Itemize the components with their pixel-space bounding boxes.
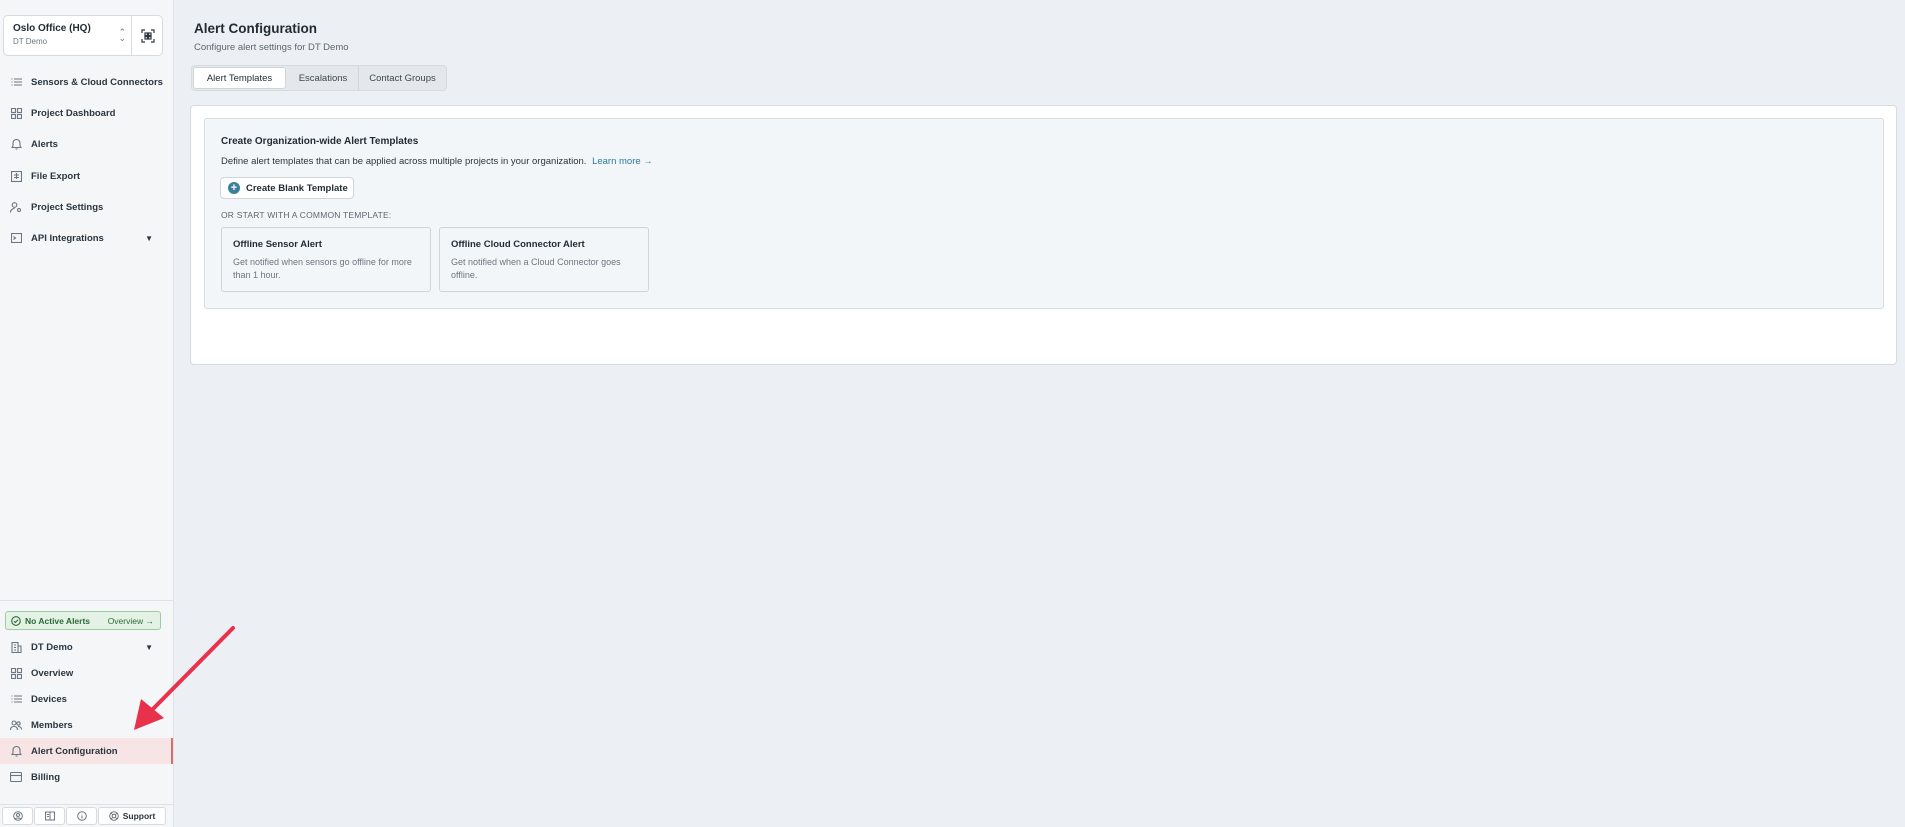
- alerts-overview-link[interactable]: Overview →: [108, 616, 154, 626]
- nav-project-settings[interactable]: Project Settings: [0, 194, 173, 220]
- templates-description-text: Define alert templates that can be appli…: [221, 156, 587, 167]
- nav-alerts[interactable]: Alerts: [0, 131, 173, 157]
- nav-members[interactable]: Members: [0, 712, 173, 738]
- nav-label: API Integrations: [31, 232, 104, 244]
- bell-icon: [10, 745, 22, 757]
- user-circle-icon: [12, 811, 23, 821]
- nav-file-export[interactable]: File Export: [0, 163, 173, 189]
- nav-devices[interactable]: Devices: [0, 686, 173, 712]
- dashboard-icon: [10, 107, 22, 119]
- nav-label: Devices: [31, 693, 67, 705]
- nav-alert-configuration[interactable]: Alert Configuration: [0, 738, 173, 764]
- qr-scan-icon: [140, 28, 155, 43]
- template-card-offline-cloud-connector[interactable]: Offline Cloud Connector Alert Get notifi…: [439, 227, 649, 292]
- book-icon: [44, 811, 55, 821]
- alerts-overview-label: Overview: [107, 616, 144, 626]
- location-org: DT Demo: [13, 37, 48, 46]
- api-icon: [10, 232, 22, 244]
- nav-label: Members: [31, 719, 73, 731]
- common-template-heading: OR START WITH A COMMON TEMPLATE:: [221, 210, 392, 220]
- qr-scan-button[interactable]: [131, 16, 163, 55]
- check-circle-icon: [11, 615, 21, 626]
- tab-escalations[interactable]: Escalations: [288, 67, 358, 89]
- info-icon: [76, 811, 87, 821]
- sidebar-footer: Support: [0, 804, 173, 827]
- nav-label: DT Demo: [31, 641, 73, 653]
- lifebuoy-icon: [108, 811, 119, 821]
- create-blank-template-label: Create Blank Template: [246, 182, 348, 194]
- nav-label: Alerts: [31, 138, 58, 150]
- tab-alert-templates[interactable]: Alert Templates: [193, 67, 286, 89]
- nav-label: Sensors & Cloud Connectors: [31, 76, 163, 88]
- templates-title: Create Organization-wide Alert Templates: [221, 136, 419, 147]
- create-blank-template-button[interactable]: + Create Blank Template: [220, 177, 354, 199]
- nav-label: File Export: [31, 170, 81, 182]
- caret-down-icon: ▼: [145, 643, 153, 652]
- template-title: Offline Cloud Connector Alert: [451, 239, 585, 250]
- template-description: Get notified when a Cloud Connector goes…: [451, 257, 621, 280]
- learn-more-link[interactable]: Learn more →: [592, 156, 653, 167]
- location-name: Oslo Office (HQ): [13, 23, 91, 34]
- plus-circle-icon: +: [228, 182, 240, 194]
- templates-panel: Create Organization-wide Alert Templates…: [204, 118, 1884, 309]
- chevron-up-down-icon: ⌃ ⌄: [118, 27, 126, 43]
- support-button[interactable]: Support: [98, 807, 166, 825]
- list-icon: [10, 76, 22, 88]
- tab-contact-groups[interactable]: Contact Groups: [359, 67, 446, 89]
- sidebar: Oslo Office (HQ) DT Demo ⌃ ⌄ Sensors & Cl…: [0, 0, 174, 827]
- page-subtitle: Configure alert settings for DT Demo: [194, 42, 349, 53]
- bell-icon: [10, 138, 22, 150]
- nav-overview[interactable]: Overview: [0, 660, 173, 686]
- card-icon: [10, 771, 22, 783]
- nav-label: Project Dashboard: [31, 107, 116, 119]
- tab-bar: Alert Templates Escalations Contact Grou…: [191, 65, 447, 91]
- nav-billing[interactable]: Billing: [0, 764, 173, 790]
- list-icon: [10, 693, 22, 705]
- alerts-status-pill[interactable]: No Active Alerts Overview →: [5, 611, 161, 630]
- template-card-offline-sensor[interactable]: Offline Sensor Alert Get notified when s…: [221, 227, 431, 292]
- user-settings-icon: [10, 201, 22, 213]
- members-icon: [10, 719, 22, 731]
- templates-description: Define alert templates that can be appli…: [221, 156, 653, 167]
- file-export-icon: [10, 170, 22, 182]
- support-label: Support: [122, 811, 156, 821]
- caret-down-icon: ▼: [145, 234, 153, 243]
- docs-button[interactable]: [34, 807, 65, 825]
- arrow-right-icon: →: [145, 616, 155, 626]
- nav-label: Project Settings: [31, 201, 104, 213]
- nav-label: Overview: [31, 667, 74, 679]
- page-title: Alert Configuration: [194, 21, 317, 36]
- dashboard-icon: [10, 667, 22, 679]
- nav-project-dashboard[interactable]: Project Dashboard: [0, 100, 173, 126]
- building-icon: [10, 641, 22, 653]
- nav-sensors-cloud-connectors[interactable]: Sensors & Cloud Connectors: [0, 69, 173, 95]
- location-selector[interactable]: Oslo Office (HQ) DT Demo ⌃ ⌄: [3, 15, 163, 56]
- content-card: Create Organization-wide Alert Templates…: [190, 105, 1897, 365]
- nav-label: Billing: [31, 771, 61, 783]
- location-selector-main[interactable]: Oslo Office (HQ) DT Demo ⌃ ⌄: [4, 16, 131, 55]
- alerts-status-label: No Active Alerts: [25, 615, 91, 626]
- template-title: Offline Sensor Alert: [233, 239, 322, 250]
- sidebar-divider: [0, 600, 173, 601]
- nav-api-integrations[interactable]: API Integrations ▼: [0, 225, 173, 251]
- nav-dt-demo[interactable]: DT Demo ▼: [0, 634, 173, 660]
- nav-label: Alert Configuration: [31, 745, 118, 757]
- template-description: Get notified when sensors go offline for…: [233, 257, 412, 280]
- info-button[interactable]: [66, 807, 97, 825]
- account-button[interactable]: [2, 807, 33, 825]
